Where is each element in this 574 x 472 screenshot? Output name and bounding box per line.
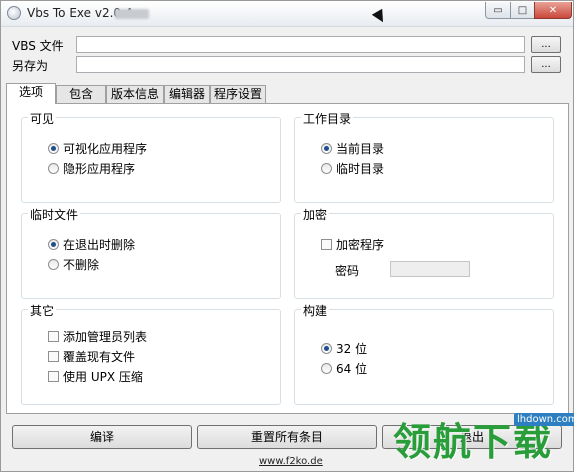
radio-current-dir-label: 当前目录	[336, 142, 385, 156]
options-tab-panel: 可见 可视化应用程序 隐形应用程序 工作目录 当前目录 临时目录 临时文件 在退…	[6, 103, 569, 414]
radio-temp-dir[interactable]: 临时目录	[321, 160, 384, 177]
radio-invisible-app-label: 隐形应用程序	[63, 162, 136, 176]
password-label: 密码	[335, 264, 360, 278]
checkbox-add-admin-manifest[interactable]: 添加管理员列表	[48, 328, 147, 345]
radio-unselected-icon	[48, 259, 59, 270]
tab-version-info[interactable]: 版本信息	[106, 85, 164, 103]
tab-editor[interactable]: 编辑器	[164, 85, 210, 103]
vbs-file-input[interactable]	[76, 36, 525, 53]
radio-unselected-icon	[48, 163, 59, 174]
radio-32-bit[interactable]: 32 位	[321, 340, 367, 357]
radio-unselected-icon	[321, 163, 332, 174]
checkbox-add-admin-manifest-label: 添加管理员列表	[63, 330, 148, 344]
minimize-icon: ▭	[493, 4, 503, 16]
tab-options[interactable]: 选项	[6, 83, 56, 104]
checkbox-overwrite-existing-label: 覆盖现有文件	[63, 350, 136, 364]
group-visible-title: 可见	[28, 110, 57, 127]
checkbox-unchecked-icon	[48, 371, 59, 382]
radio-64-bit[interactable]: 64 位	[321, 360, 367, 377]
radio-temp-dir-label: 临时目录	[336, 162, 385, 176]
group-tempfile: 临时文件 在退出时删除 不删除	[21, 206, 281, 299]
radio-no-delete-label: 不删除	[63, 258, 100, 272]
group-workdir-title: 工作目录	[301, 110, 354, 127]
checkbox-unchecked-icon	[321, 239, 332, 250]
radio-64-bit-label: 64 位	[336, 362, 368, 376]
save-as-browse-button[interactable]: ...	[531, 56, 561, 73]
checkbox-upx-compress[interactable]: 使用 UPX 压缩	[48, 368, 143, 385]
radio-selected-icon	[48, 143, 59, 154]
group-build: 构建 32 位 64 位	[294, 302, 554, 405]
group-other: 其它 添加管理员列表 覆盖现有文件 使用 UPX 压缩	[21, 302, 281, 405]
radio-visible-app[interactable]: 可视化应用程序	[48, 140, 147, 157]
radio-selected-icon	[321, 143, 332, 154]
blurred-title-text	[115, 9, 149, 19]
radio-no-delete[interactable]: 不删除	[48, 256, 99, 273]
radio-32-bit-label: 32 位	[336, 342, 368, 356]
app-window: Vbs To Exe v2.0.4 ▭ □ ✕ VBS 文件 ... 另存为 .…	[0, 0, 574, 472]
radio-delete-on-exit-label: 在退出时删除	[63, 238, 136, 252]
group-encrypt: 加密 加密程序 密码	[294, 206, 554, 299]
checkbox-unchecked-icon	[48, 331, 59, 342]
minimize-button[interactable]: ▭	[485, 2, 511, 19]
website-link[interactable]: www.f2ko.de	[259, 456, 323, 467]
password-input[interactable]	[390, 261, 470, 277]
compile-button[interactable]: 编译	[12, 425, 192, 449]
radio-delete-on-exit[interactable]: 在退出时删除	[48, 236, 135, 253]
mouse-cursor-icon	[371, 8, 389, 26]
radio-unselected-icon	[321, 363, 332, 374]
vbs-file-label: VBS 文件	[12, 39, 64, 53]
group-workdir: 工作目录 当前目录 临时目录	[294, 110, 554, 203]
tab-program-settings[interactable]: 程序设置	[210, 85, 266, 103]
maximize-button[interactable]: □	[510, 2, 535, 19]
checkbox-unchecked-icon	[48, 351, 59, 362]
save-as-input[interactable]	[76, 56, 525, 73]
radio-selected-icon	[48, 239, 59, 250]
radio-visible-app-label: 可视化应用程序	[63, 142, 148, 156]
group-tempfile-title: 临时文件	[28, 206, 81, 223]
title-bar[interactable]: Vbs To Exe v2.0.4 ▭ □ ✕	[1, 1, 573, 27]
group-other-title: 其它	[28, 302, 57, 319]
watermark-url: lhdown.com	[514, 413, 574, 426]
tab-include[interactable]: 包含	[56, 85, 106, 103]
checkbox-encrypt-program-label: 加密程序	[336, 238, 385, 252]
close-button[interactable]: ✕	[534, 2, 572, 19]
checkbox-upx-compress-label: 使用 UPX 压缩	[63, 370, 143, 384]
group-encrypt-title: 加密	[301, 206, 330, 223]
maximize-icon: □	[517, 4, 528, 16]
checkbox-encrypt-program[interactable]: 加密程序	[321, 236, 384, 253]
close-icon: ✕	[548, 4, 558, 16]
group-build-title: 构建	[301, 302, 330, 319]
group-visible: 可见 可视化应用程序 隐形应用程序	[21, 110, 281, 203]
reset-all-button[interactable]: 重置所有条目	[197, 425, 377, 449]
app-icon	[7, 6, 21, 20]
checkbox-overwrite-existing[interactable]: 覆盖现有文件	[48, 348, 135, 365]
save-as-label: 另存为	[12, 59, 49, 73]
vbs-browse-button[interactable]: ...	[531, 36, 561, 53]
radio-selected-icon	[321, 343, 332, 354]
radio-invisible-app[interactable]: 隐形应用程序	[48, 160, 135, 177]
radio-current-dir[interactable]: 当前目录	[321, 140, 384, 157]
